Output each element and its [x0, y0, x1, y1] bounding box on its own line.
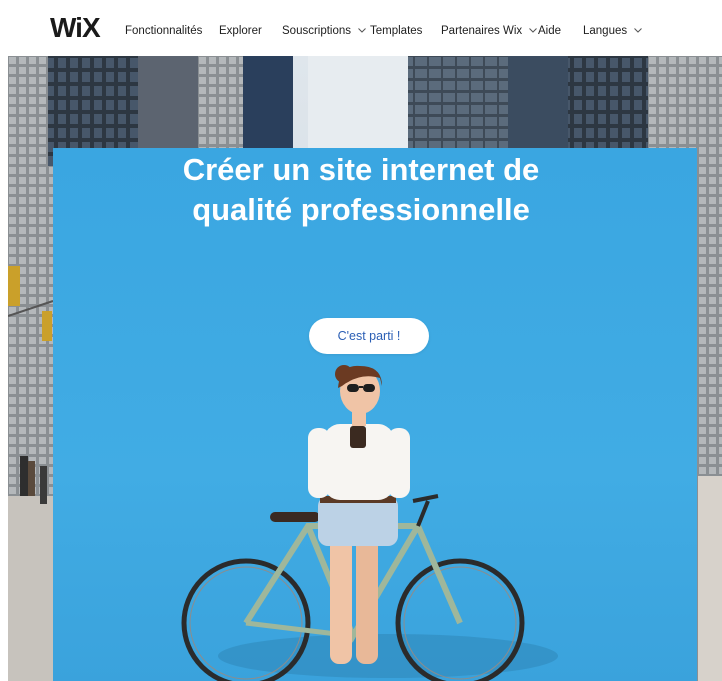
nav-item-partenaires-wix[interactable]: Partenaires Wix — [441, 25, 538, 37]
nav-item-label: Langues — [583, 25, 628, 37]
nav-item-label: Partenaires Wix — [441, 25, 523, 37]
nav-item-label: Explorer — [219, 25, 262, 37]
hero-headline-line-2: qualité professionnelle — [192, 192, 530, 227]
chevron-down-icon — [358, 28, 367, 33]
get-started-button[interactable]: C'est parti ! — [309, 318, 429, 354]
nav-item-templates[interactable]: Templates — [370, 25, 422, 37]
nav-item-souscriptions[interactable]: Souscriptions — [282, 25, 367, 37]
nav-item-label: Templates — [370, 25, 423, 37]
nav-item-explorer[interactable]: Explorer — [219, 25, 262, 37]
nav-item-label: Fonctionnalités — [125, 25, 203, 37]
nav-item-fonctionnalites[interactable]: Fonctionnalités — [125, 25, 202, 37]
nav-item-langues[interactable]: Langues — [583, 25, 643, 37]
chevron-down-icon — [529, 28, 538, 33]
chevron-down-icon — [634, 28, 643, 33]
nav-item-aide[interactable]: Aide — [538, 25, 561, 37]
hero-headline: Créer un site internet de qualité profes… — [8, 150, 722, 230]
wix-logo[interactable]: WiX — [50, 12, 101, 44]
hero-section: Créer un site internet de qualité profes… — [8, 56, 722, 681]
hero-headline-line-1: Créer un site internet de — [182, 152, 540, 187]
nav-item-label: Aide — [538, 25, 562, 37]
top-header: WiX Fonctionnalités Explorer Souscriptio… — [0, 0, 722, 56]
page: WiX Fonctionnalités Explorer Souscriptio… — [0, 0, 722, 681]
nav-item-label: Souscriptions — [282, 25, 352, 37]
